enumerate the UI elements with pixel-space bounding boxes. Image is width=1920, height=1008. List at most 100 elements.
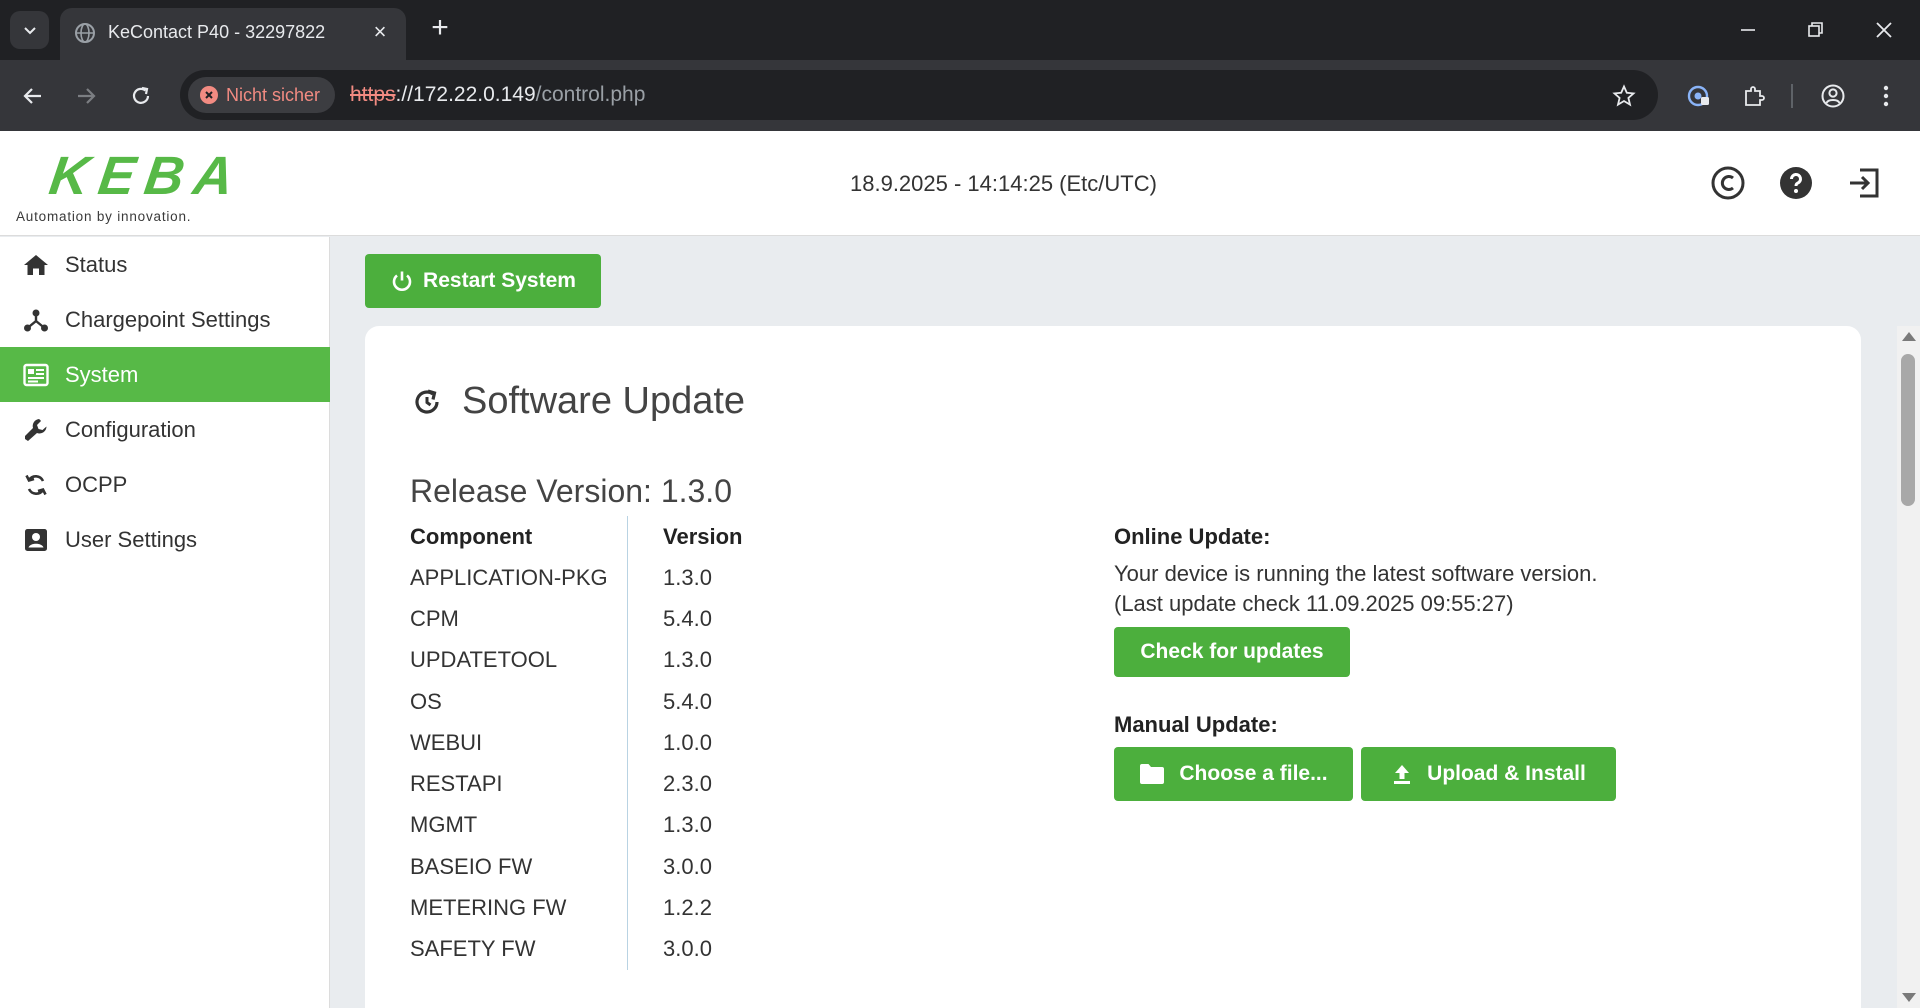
wrench-icon	[22, 416, 50, 444]
table-cell-version: 5.4.0	[663, 689, 712, 714]
table-cell-component: MGMT	[410, 812, 478, 837]
table-cell-component: METERING FW	[410, 895, 567, 920]
sidebar-item-label: Status	[65, 251, 128, 277]
table-cell-component: UPDATETOOL	[410, 647, 558, 672]
sidebar-item-label: User Settings	[65, 526, 198, 552]
address-bar[interactable]: Nicht sicher https://172.22.0.149/contro…	[180, 70, 1658, 120]
tab-title: KeContact P40 - 32297822	[108, 22, 326, 42]
browser-tab[interactable]: KeContact P40 - 32297822 ×	[60, 8, 406, 60]
restart-system-label: Restart System	[423, 269, 576, 292]
table-cell-version: 1.3.0	[663, 565, 712, 590]
not-secure-icon	[200, 86, 218, 104]
table-header-version: Version	[663, 524, 743, 549]
online-update-message: Your device is running the latest softwa…	[1114, 561, 1598, 586]
table-cell-version: 3.0.0	[663, 854, 712, 879]
browser-toolbar: Nicht sicher https://172.22.0.149/contro…	[0, 60, 1920, 131]
power-icon	[392, 271, 412, 291]
keba-logo[interactable]: KEBA Automation by innovation.	[16, 146, 256, 229]
sidebar-item-label: Chargepoint Settings	[65, 306, 271, 332]
logout-icon[interactable]	[1842, 161, 1886, 205]
scroll-up-arrow-icon[interactable]	[1902, 332, 1916, 341]
window-close-icon[interactable]	[1864, 14, 1904, 46]
restart-system-button[interactable]: Restart System	[365, 254, 601, 308]
restore-icon[interactable]	[1796, 14, 1836, 46]
scroll-down-arrow-icon[interactable]	[1902, 993, 1916, 1002]
chevron-down-icon	[23, 27, 36, 35]
sidebar-item-label: Configuration	[65, 416, 196, 442]
upload-install-label: Upload & Install	[1427, 762, 1586, 785]
table-cell-version: 1.3.0	[663, 812, 712, 837]
table-cell-version: 5.4.0	[663, 606, 712, 631]
new-tab-icon[interactable]: +	[425, 13, 455, 44]
table-cell-component: APPLICATION-PKG	[410, 565, 608, 590]
password-manager-icon[interactable]	[1681, 78, 1717, 114]
sidebar-item-chargepoint-settings[interactable]: Chargepoint Settings	[0, 292, 330, 347]
last-update-check: (Last update check 11.09.2025 09:55:27)	[1114, 591, 1514, 616]
sidebar-item-label: System	[65, 361, 139, 387]
table-cell-component: OS	[410, 689, 442, 714]
section-title: Software Update	[410, 380, 745, 423]
table-cell-version: 1.0.0	[663, 730, 712, 755]
table-cell-component: BASEIO FW	[410, 854, 533, 879]
table-cell-component: WEBUI	[410, 730, 483, 755]
logo-tagline: Automation by innovation.	[16, 209, 192, 224]
check-for-updates-label: Check for updates	[1140, 640, 1324, 663]
release-version: Release Version: 1.3.0	[410, 473, 732, 509]
table-cell-version: 2.3.0	[663, 771, 712, 796]
section-title-text: Software Update	[462, 380, 746, 422]
software-update-card	[365, 326, 1861, 1008]
table-cell-version: 1.2.2	[663, 895, 712, 920]
minimize-icon[interactable]	[1728, 14, 1768, 46]
system-icon	[22, 361, 50, 389]
table-cell-component: SAFETY FW	[410, 936, 536, 961]
close-tab-icon[interactable]: ×	[368, 20, 392, 44]
update-history-icon	[415, 388, 439, 414]
bookmark-star-icon[interactable]	[1610, 82, 1638, 110]
sidebar-item-ocpp[interactable]: OCPP	[0, 457, 330, 512]
extensions-puzzle-icon[interactable]	[1736, 78, 1772, 114]
toolbar-separator	[1791, 84, 1793, 108]
sync-icon	[22, 471, 50, 499]
table-cell-version: 1.3.0	[663, 647, 712, 672]
url-host: ://172.22.0.149	[395, 83, 536, 106]
table-cell-version: 3.0.0	[663, 936, 712, 961]
table-column-divider	[627, 516, 628, 970]
check-for-updates-button[interactable]: Check for updates	[1114, 627, 1350, 677]
table-header-component: Component	[410, 524, 533, 549]
scrollbar-thumb[interactable]	[1901, 354, 1915, 506]
user-card-icon	[22, 526, 50, 554]
security-label: Nicht sicher	[226, 84, 321, 105]
tab-search-button[interactable]	[10, 11, 49, 49]
home-icon	[22, 251, 50, 279]
logo-wordmark: KEBA	[45, 146, 248, 206]
copyright-icon[interactable]	[1706, 161, 1750, 205]
reload-icon[interactable]	[123, 78, 159, 114]
sidebar-item-configuration[interactable]: Configuration	[0, 402, 330, 457]
profile-icon[interactable]	[1815, 78, 1851, 114]
online-update-heading: Online Update:	[1114, 524, 1271, 549]
network-icon	[22, 306, 50, 334]
globe-icon	[75, 23, 95, 43]
url-text[interactable]: https://172.22.0.149/control.php	[350, 83, 645, 107]
manual-update-heading: Manual Update:	[1114, 712, 1278, 737]
url-scheme: https	[350, 83, 396, 106]
browser-menu-icon[interactable]	[1868, 78, 1904, 114]
choose-file-button[interactable]: Choose a file...	[1114, 747, 1353, 801]
system-datetime: 18.9.2025 - 14:14:25 (Etc/UTC)	[850, 171, 1157, 196]
upload-icon	[1394, 765, 1411, 784]
sidebar-item-status[interactable]: Status	[0, 237, 330, 292]
sidebar: Status Chargepoint Settings System Confi…	[0, 237, 330, 1008]
url-path: /control.php	[535, 83, 646, 106]
folder-icon	[1140, 764, 1165, 784]
sidebar-item-system[interactable]: System	[0, 347, 330, 402]
upload-install-button[interactable]: Upload & Install	[1361, 747, 1616, 801]
table-cell-component: CPM	[410, 606, 459, 631]
back-icon[interactable]	[15, 78, 51, 114]
help-icon[interactable]	[1774, 161, 1818, 205]
sidebar-item-user-settings[interactable]: User Settings	[0, 512, 330, 567]
table-cell-component: RESTAPI	[410, 771, 503, 796]
page-scrollbar[interactable]	[1897, 326, 1920, 1008]
security-chip[interactable]: Nicht sicher	[188, 77, 336, 113]
choose-file-label: Choose a file...	[1179, 762, 1328, 785]
forward-icon[interactable]	[68, 78, 104, 114]
